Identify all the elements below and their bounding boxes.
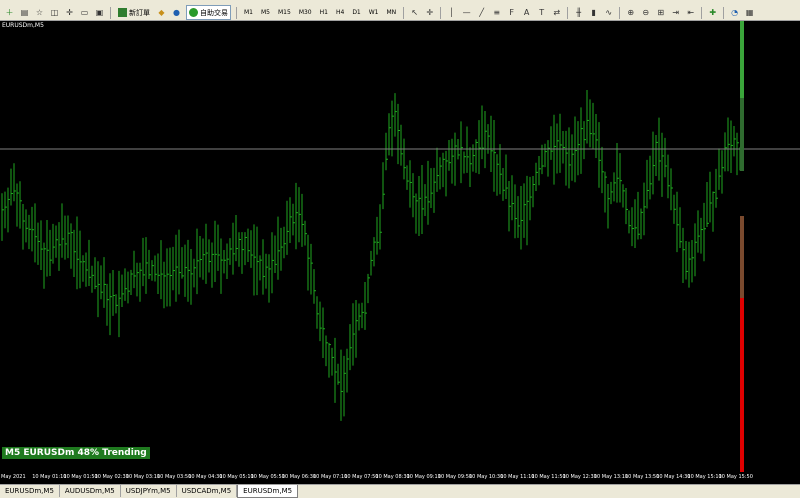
market-watch-icon[interactable]: ☆ (34, 7, 45, 18)
tab-audusdm-m5[interactable]: AUDUSDm,M5 (60, 485, 121, 497)
time-axis-label: 10 May 13:10 (593, 474, 629, 480)
timeframe-w1[interactable]: W1 (369, 9, 379, 16)
tab-eurusdm-m5[interactable]: EURUSDm,M5 (0, 485, 60, 497)
trend-label: M5 EURUSDm 48% Trending (2, 447, 150, 459)
time-axis-label: 10 May 09:10 (406, 474, 441, 480)
time-axis-label: 10 May 09:50 (437, 474, 473, 480)
text-tool-icon[interactable]: A (521, 7, 532, 18)
meta-editor-icon[interactable]: ◆ (156, 7, 167, 18)
new-order-label: 新訂單 (129, 8, 150, 17)
toolbar-separator (619, 6, 621, 19)
terminal-icon[interactable]: ▭ (79, 7, 90, 18)
timeframe-h4[interactable]: H4 (336, 9, 344, 16)
tab-usdcadm-m5[interactable]: USDCADm,M5 (177, 485, 238, 497)
toolbar-separator (110, 6, 111, 19)
tester-icon[interactable]: ▣ (94, 7, 105, 18)
tab-eurusdm-m5-active[interactable]: EURUSDm,M5 (237, 485, 299, 498)
time-axis-label: 10 May 11:50 (531, 474, 566, 480)
timeframe-mn[interactable]: MN (387, 9, 397, 16)
time-axis-label: 10 May 15:50 (718, 474, 753, 480)
toolbar: ＋ ▤ ☆ ◫ ✛ ▭ ▣ 新訂單 ◆ ● 自助交易 M1 M5 M15 M30… (0, 5, 800, 21)
line-chart-icon[interactable]: ∿ (603, 7, 614, 18)
chart-tabs: EURUSDm,M5 AUDUSDm,M5 USDJPYm,M5 USDCADm… (0, 484, 800, 498)
toolbar-separator (440, 6, 442, 19)
strength-bar-brown (740, 216, 744, 298)
toolbar-separator (567, 6, 569, 19)
time-axis: May 2021 10 May 01:10 10 May 01:50 10 May 0… (0, 472, 800, 484)
tab-usdjpym-m5[interactable]: USDJPYm,M5 (121, 485, 177, 497)
time-axis-label: 10 May 05:10 (219, 474, 254, 480)
horizontal-line-icon[interactable]: — (461, 7, 472, 18)
new-chart-icon[interactable]: ＋ (4, 7, 15, 18)
auto-trade-label: 自助交易 (200, 8, 228, 17)
time-axis-label: 10 May 01:50 (63, 474, 98, 480)
time-axis-label: 10 May 15:10 (687, 474, 722, 480)
auto-trade-icon (189, 8, 198, 17)
time-axis-label: 10 May 14:30 (656, 474, 691, 480)
timeframe-m5[interactable]: M5 (261, 9, 270, 16)
data-window-icon[interactable]: ◫ (49, 7, 60, 18)
toolbar-separator (723, 6, 725, 19)
crosshair-icon[interactable]: ✛ (424, 7, 435, 18)
cursor-icon[interactable]: ↖ (409, 7, 420, 18)
fibonacci-icon[interactable]: F (506, 7, 517, 18)
strength-bar-green-dark (740, 98, 744, 171)
auto-trade-button[interactable]: 自助交易 (186, 5, 231, 20)
candlestick-icon[interactable]: ▮ (588, 7, 599, 18)
time-axis-label: May 2021 (1, 474, 26, 480)
chart-shift-icon[interactable]: ⇤ (685, 7, 696, 18)
tile-windows-icon[interactable]: ⊞ (655, 7, 666, 18)
chart-canvas (0, 21, 800, 472)
periodicity-icon[interactable]: ◔ (729, 7, 740, 18)
zoom-in-icon[interactable]: ⊕ (625, 7, 636, 18)
profiles-icon[interactable]: ▤ (19, 7, 30, 18)
signals-icon[interactable]: ● (171, 7, 182, 18)
time-axis-label: 10 May 10:30 (469, 474, 504, 480)
price-chart[interactable]: EURUSDm,M5 M5 EURUSDm 48% Trending May 2… (0, 21, 800, 484)
channel-icon[interactable]: ≡ (491, 7, 502, 18)
time-axis-label: 10 May 03:10 (125, 474, 161, 480)
toolbar-separator (236, 6, 237, 19)
time-axis-label: 10 May 13:50 (625, 474, 660, 480)
indicators-icon[interactable]: ✚ (707, 7, 718, 18)
trendline-icon[interactable]: ╱ (476, 7, 487, 18)
toolbar-separator (701, 6, 703, 19)
time-axis-label: 10 May 11:10 (500, 474, 535, 480)
timeframe-d1[interactable]: D1 (352, 9, 360, 16)
new-order-button[interactable]: 新訂單 (116, 6, 152, 19)
time-axis-label: 10 May 07:10 (313, 474, 348, 480)
time-axis-label: 10 May 05:50 (250, 474, 285, 480)
timeframe-m1[interactable]: M1 (244, 9, 253, 16)
time-axis-label: 10 May 12:30 (562, 474, 597, 480)
time-axis-label: 10 May 02:30 (94, 474, 129, 480)
time-axis-label: 10 May 01:10 (32, 474, 67, 480)
chart-title: EURUSDm,M5 (2, 22, 44, 29)
vertical-line-icon[interactable]: │ (446, 7, 457, 18)
time-axis-label: 10 May 06:30 (281, 474, 317, 480)
strength-bar-red (740, 298, 744, 472)
templates-icon[interactable]: ▦ (744, 7, 755, 18)
time-axis-label: 10 May 03:50 (157, 474, 192, 480)
toolbar-separator (403, 6, 405, 19)
timeframe-h1[interactable]: H1 (320, 9, 328, 16)
new-order-icon (118, 8, 127, 17)
timeframe-m30[interactable]: M30 (299, 9, 312, 16)
zoom-out-icon[interactable]: ⊖ (640, 7, 651, 18)
label-tool-icon[interactable]: T (536, 7, 547, 18)
bar-chart-icon[interactable]: ╫ (573, 7, 584, 18)
arrows-icon[interactable]: ⇄ (551, 7, 562, 18)
auto-scroll-icon[interactable]: ⇥ (670, 7, 681, 18)
time-axis-label: 10 May 08:30 (375, 474, 410, 480)
price-bars (1, 89, 742, 421)
time-axis-label: 10 May 04:30 (188, 474, 223, 480)
navigator-icon[interactable]: ✛ (64, 7, 75, 18)
time-axis-label: 10 May 07:50 (344, 474, 379, 480)
timeframe-m15[interactable]: M15 (278, 9, 291, 16)
strength-bar-green (740, 21, 744, 98)
